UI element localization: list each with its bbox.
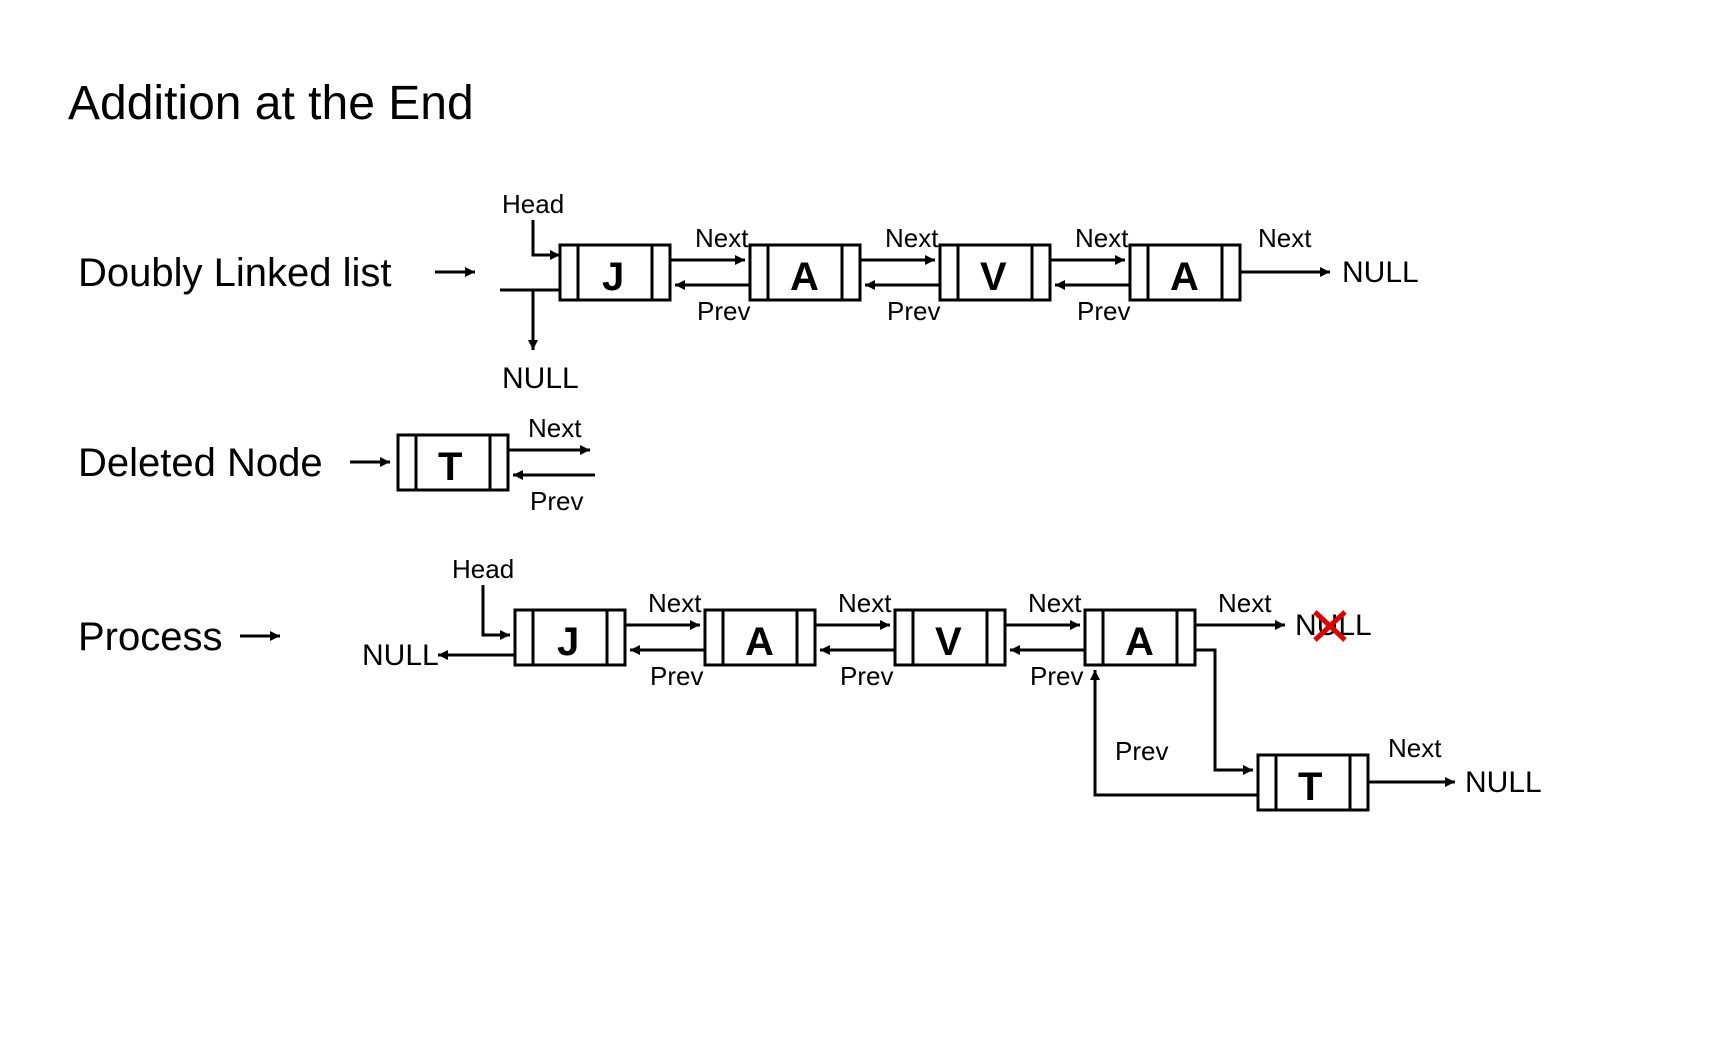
- node-j: J: [560, 245, 670, 300]
- null-label: NULL: [1342, 256, 1419, 289]
- node-j-p: J: [515, 610, 625, 665]
- section-label-deleted: Deleted Node: [78, 441, 323, 485]
- head-pointer: [533, 220, 560, 255]
- node-value: T: [438, 445, 462, 489]
- next-label: Next: [838, 588, 892, 618]
- prev-label: Prev: [530, 486, 583, 516]
- next-label: Next: [1028, 588, 1082, 618]
- node-value: A: [1125, 620, 1154, 664]
- node-a2: A: [1130, 245, 1240, 300]
- node-a2-p: A: [1085, 610, 1195, 665]
- next-label: Next: [1218, 588, 1272, 618]
- new-next-connector: [1195, 650, 1253, 770]
- node-value: V: [935, 620, 962, 664]
- node-value: J: [602, 255, 624, 299]
- node-value: V: [980, 255, 1007, 299]
- null-label: NULL: [502, 362, 579, 395]
- node-t-deleted: T: [398, 435, 508, 490]
- next-label: Next: [1388, 733, 1442, 763]
- head-label: Head: [452, 554, 514, 584]
- head-pointer: [483, 585, 510, 635]
- node-a1-p: A: [705, 610, 815, 665]
- prev-label: Prev: [1077, 296, 1130, 326]
- diagram-title: Addition at the End: [68, 77, 474, 130]
- prev-label: Prev: [887, 296, 940, 326]
- next-label: Next: [885, 223, 939, 253]
- prev-label: Prev: [697, 296, 750, 326]
- prev-label: Prev: [650, 661, 703, 691]
- node-t-new: T: [1258, 755, 1368, 810]
- node-value: A: [790, 255, 819, 299]
- section-label-list: Doubly Linked list: [78, 251, 392, 295]
- next-label: Next: [1075, 223, 1129, 253]
- next-label: Next: [1258, 223, 1312, 253]
- diagram-canvas: Addition at the End Doubly Linked list H…: [0, 0, 1721, 1055]
- node-v-p: V: [895, 610, 1005, 665]
- prev-label: Prev: [840, 661, 893, 691]
- node-value: J: [557, 620, 579, 664]
- null-label: NULL: [362, 639, 439, 672]
- next-label: Next: [695, 223, 749, 253]
- next-label: Next: [648, 588, 702, 618]
- null-label: NULL: [1465, 766, 1542, 799]
- head-label: Head: [502, 189, 564, 219]
- new-prev-connector: [1095, 670, 1260, 795]
- prev-label: Prev: [1030, 661, 1083, 691]
- next-label: Next: [528, 413, 582, 443]
- node-a1: A: [750, 245, 860, 300]
- node-value: A: [1170, 255, 1199, 299]
- node-value: T: [1298, 765, 1322, 809]
- prev-label: Prev: [1115, 736, 1168, 766]
- node-v: V: [940, 245, 1050, 300]
- section-label-process: Process: [78, 615, 223, 659]
- node-value: A: [745, 620, 774, 664]
